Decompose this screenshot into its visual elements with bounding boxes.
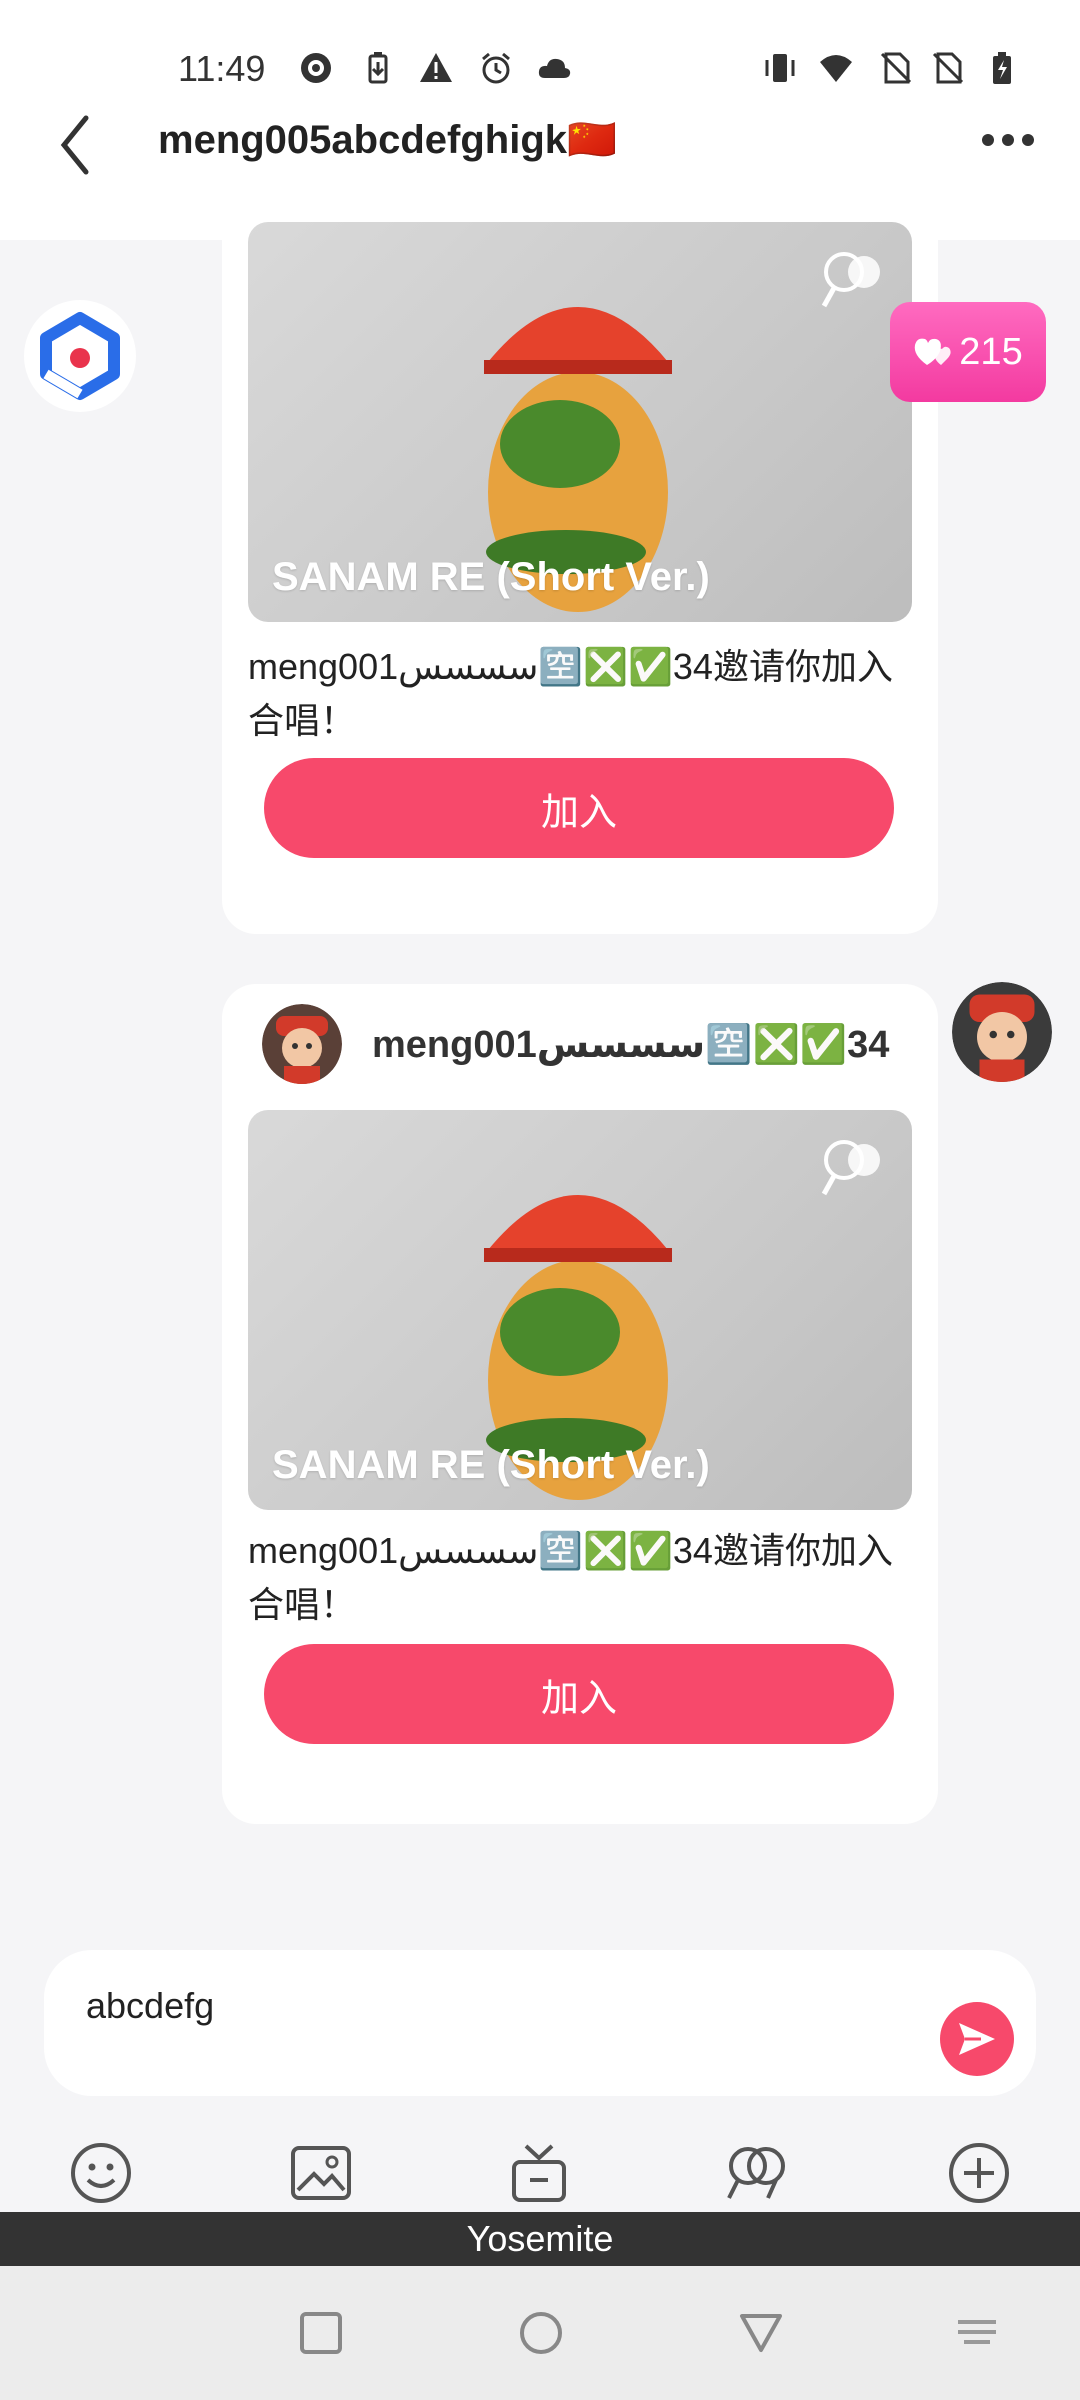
battery-charging-icon [993,52,1011,84]
invite-text: meng001سسسس🈳❎✅34邀请你加入合唱！ [248,1530,893,1625]
message-bubble: SANAM RE (Short Ver.) meng001سسسس🈳❎✅34邀请… [222,200,938,934]
back-triangle-icon[interactable] [738,2310,784,2356]
chat-messages[interactable]: SANAM RE (Short Ver.) meng001سسسس🈳❎✅34邀请… [0,200,1080,1940]
message-bubble: meng001سسسس🈳❎✅34 SANAM RE (Short Ver.) m… [222,984,938,1824]
plus-circle-icon[interactable] [946,2140,1012,2206]
song-cover[interactable]: SANAM RE (Short Ver.) [248,1110,912,1510]
home-icon[interactable] [518,2310,564,2356]
cloud-icon [538,58,571,78]
join-button[interactable]: 加入 [264,758,894,858]
like-count: 215 [959,330,1023,373]
duet-mic-icon [821,1140,880,1196]
avatar[interactable] [952,982,1052,1082]
keyboard-suggestion-bar[interactable]: Yosemite [0,2212,1080,2266]
emoji-icon[interactable] [68,2140,134,2206]
more-horizontal-icon[interactable] [980,130,1036,150]
no-sim-icon [880,52,912,84]
warning-icon [420,53,452,82]
avatar[interactable] [24,300,136,412]
brand-logo-icon [40,312,120,400]
system-nav-bar [0,2266,1080,2400]
send-button[interactable] [940,2002,1014,2076]
song-cover[interactable]: SANAM RE (Short Ver.) [248,222,912,622]
song-title: SANAM RE (Short Ver.) [272,555,710,599]
battery-saver-icon [368,52,388,84]
like-badge[interactable]: 215 [890,302,1046,402]
alarm-icon [482,52,510,84]
song-title: SANAM RE (Short Ver.) [272,1443,710,1487]
sender-name: meng001سسسس🈳❎✅34 [372,1024,890,1066]
sender-avatar[interactable] [262,1004,342,1084]
duet-mic-icon [821,252,880,308]
avatar-cartoon-icon [262,1004,342,1084]
keyboard-icon[interactable] [954,2310,1000,2356]
gift-icon[interactable] [506,2140,572,2206]
send-icon [959,2023,995,2055]
image-icon[interactable] [288,2140,354,2206]
avatar-cartoon-icon [952,982,1052,1082]
ime-label: Yosemite [466,2218,614,2259]
pocket-casts-icon [301,53,331,83]
chat-toolbar [0,2130,1080,2216]
message-input[interactable] [84,1980,938,2032]
join-button[interactable]: 加入 [264,1644,894,1744]
hearts-icon [915,338,951,365]
chevron-left-icon[interactable] [56,110,96,180]
vibrate-icon [765,54,795,82]
duet-mic-icon[interactable] [724,2140,790,2206]
status-time: 11:49 [178,48,266,89]
wifi-icon [820,55,852,82]
recent-apps-icon[interactable] [298,2310,344,2356]
invite-text: meng001سسسس🈳❎✅34邀请你加入合唱！ [248,646,893,741]
no-sim-icon [932,52,964,84]
chat-title: meng005abcdefghigk🇨🇳 [158,118,617,162]
message-composer [44,1950,1036,2096]
